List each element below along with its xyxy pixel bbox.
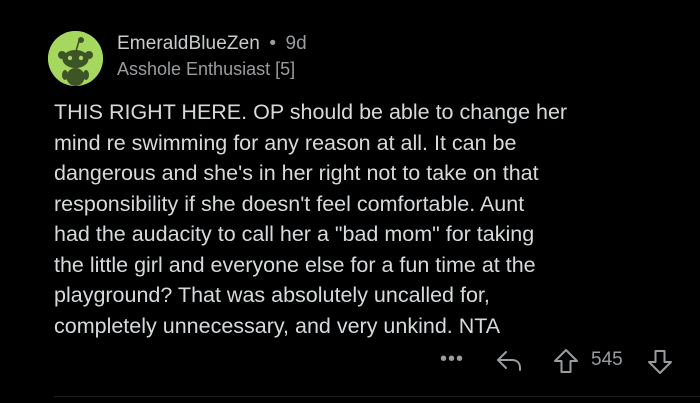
upvote-button[interactable] bbox=[552, 347, 580, 380]
comment-age: 9d bbox=[285, 33, 307, 54]
comment-body: THIS RIGHT HERE. OP should be able to ch… bbox=[54, 100, 568, 338]
reply-button[interactable] bbox=[495, 348, 525, 379]
downvote-icon bbox=[648, 350, 672, 374]
vote-score: 545 bbox=[591, 349, 623, 370]
snoo-avatar-icon bbox=[48, 31, 103, 86]
upvote-icon bbox=[554, 349, 578, 373]
downvote-button[interactable] bbox=[646, 348, 674, 381]
header-separator: • bbox=[269, 33, 277, 54]
comment-actions: ••• 545 bbox=[0, 344, 700, 380]
author-name[interactable]: EmeraldBlueZen bbox=[117, 33, 260, 54]
avatar[interactable] bbox=[48, 31, 103, 86]
reply-icon bbox=[497, 351, 521, 371]
comment: EmeraldBlueZen • 9d Asshole Enthusiast [… bbox=[0, 0, 700, 402]
user-flair: Asshole Enthusiast [5] bbox=[117, 59, 296, 79]
comment-header: EmeraldBlueZen • 9d bbox=[117, 33, 307, 55]
more-options-button[interactable]: ••• bbox=[440, 348, 464, 371]
